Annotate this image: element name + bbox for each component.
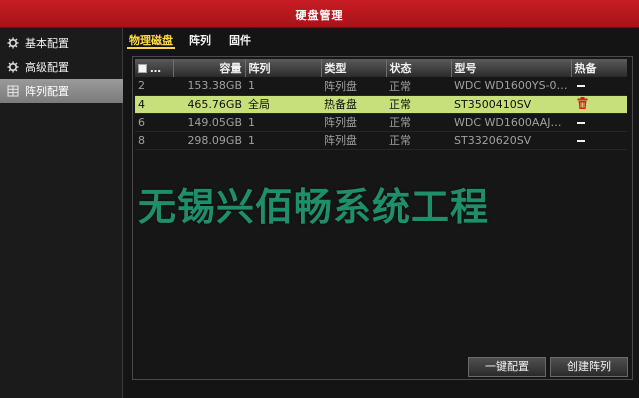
cell-status: 正常	[386, 95, 451, 114]
watermark: 无锡兴佰畅系统工程	[138, 185, 490, 229]
cell-capacity: 153.38GB	[173, 77, 245, 96]
cell-status: 正常	[386, 131, 451, 150]
cell-capacity: 149.05GB	[173, 113, 245, 132]
cell-capacity: 465.76GB	[173, 95, 245, 114]
sidebar: 基本配置 高级配置 阵列配置	[0, 28, 123, 398]
dash-icon[interactable]	[577, 139, 585, 142]
cell-status: 正常	[386, 113, 451, 132]
array-icon	[7, 85, 19, 97]
cell-capacity: 298.09GB	[173, 131, 245, 150]
cell-model: ST3500410SV	[451, 95, 571, 114]
dash-icon[interactable]	[577, 121, 585, 124]
gear-icon	[7, 61, 19, 73]
window-title: 硬盘管理	[295, 9, 344, 22]
cell-hotspare	[571, 77, 627, 96]
table-row-selected[interactable]: 4 465.76GB 全局 热备盘 正常 ST3500410SV	[135, 95, 627, 114]
sidebar-item-basic-config[interactable]: 基本配置	[0, 31, 123, 55]
column-header-capacity[interactable]: 容量	[172, 59, 245, 77]
cell-model: WDC WD1600YS-01...	[451, 77, 571, 96]
cell-hotspare	[571, 113, 627, 132]
cell-type: 阵列盘	[321, 131, 386, 150]
table-row[interactable]: 2 153.38GB 1 阵列盘 正常 WDC WD1600YS-01...	[135, 77, 627, 96]
cell-slot: 8	[135, 131, 173, 150]
gear-icon	[7, 37, 19, 49]
sidebar-item-label: 阵列配置	[25, 85, 69, 98]
cell-model: WDC WD1600AAJS-...	[451, 113, 571, 132]
disk-table: 盘位 容量 阵列 类型 状态 型号 热备 2 153.38GB 1 阵列盘 正常…	[135, 59, 627, 150]
cell-status: 正常	[386, 77, 451, 96]
cell-slot: 6	[135, 113, 173, 132]
cell-type: 热备盘	[321, 95, 386, 114]
column-header-array[interactable]: 阵列	[244, 59, 321, 77]
cell-type: 阵列盘	[321, 113, 386, 132]
sidebar-item-advanced-config[interactable]: 高级配置	[0, 55, 123, 79]
cell-array: 全局	[245, 95, 321, 114]
cell-array: 1	[245, 77, 321, 96]
tab-array[interactable]: 阵列	[187, 31, 213, 49]
cell-hotspare	[571, 95, 627, 114]
sidebar-item-label: 高级配置	[25, 61, 69, 74]
cell-model: ST3320620SV	[451, 131, 571, 150]
trash-icon[interactable]	[577, 96, 588, 112]
title-bar: 硬盘管理	[0, 0, 639, 28]
one-key-config-button[interactable]: 一键配置	[468, 357, 546, 377]
cell-slot: 2	[135, 77, 173, 96]
dash-icon[interactable]	[577, 85, 585, 88]
create-array-button[interactable]: 创建阵列	[550, 357, 628, 377]
cell-hotspare	[571, 131, 627, 150]
cell-array: 1	[245, 131, 321, 150]
cell-type: 阵列盘	[321, 77, 386, 96]
tab-physical-disk[interactable]: 物理磁盘	[127, 31, 175, 49]
cell-array: 1	[245, 113, 321, 132]
column-header-status[interactable]: 状态	[385, 59, 451, 77]
select-all-checkbox[interactable]	[138, 64, 147, 73]
tab-firmware[interactable]: 固件	[227, 31, 253, 49]
tab-bar: 物理磁盘 阵列 固件	[124, 31, 639, 49]
column-header-hotspare[interactable]: 热备	[570, 59, 627, 77]
cell-slot: 4	[135, 95, 173, 114]
column-header-model[interactable]: 型号	[450, 59, 571, 77]
column-header-slot[interactable]: 盘位	[135, 59, 173, 77]
table-row[interactable]: 6 149.05GB 1 阵列盘 正常 WDC WD1600AAJS-...	[135, 113, 627, 132]
table-header-row: 盘位 容量 阵列 类型 状态 型号 热备	[135, 59, 627, 77]
sidebar-item-label: 基本配置	[25, 37, 69, 50]
sidebar-item-array-config[interactable]: 阵列配置	[0, 79, 123, 103]
column-header-type[interactable]: 类型	[320, 59, 386, 77]
table-row[interactable]: 8 298.09GB 1 阵列盘 正常 ST3320620SV	[135, 131, 627, 150]
